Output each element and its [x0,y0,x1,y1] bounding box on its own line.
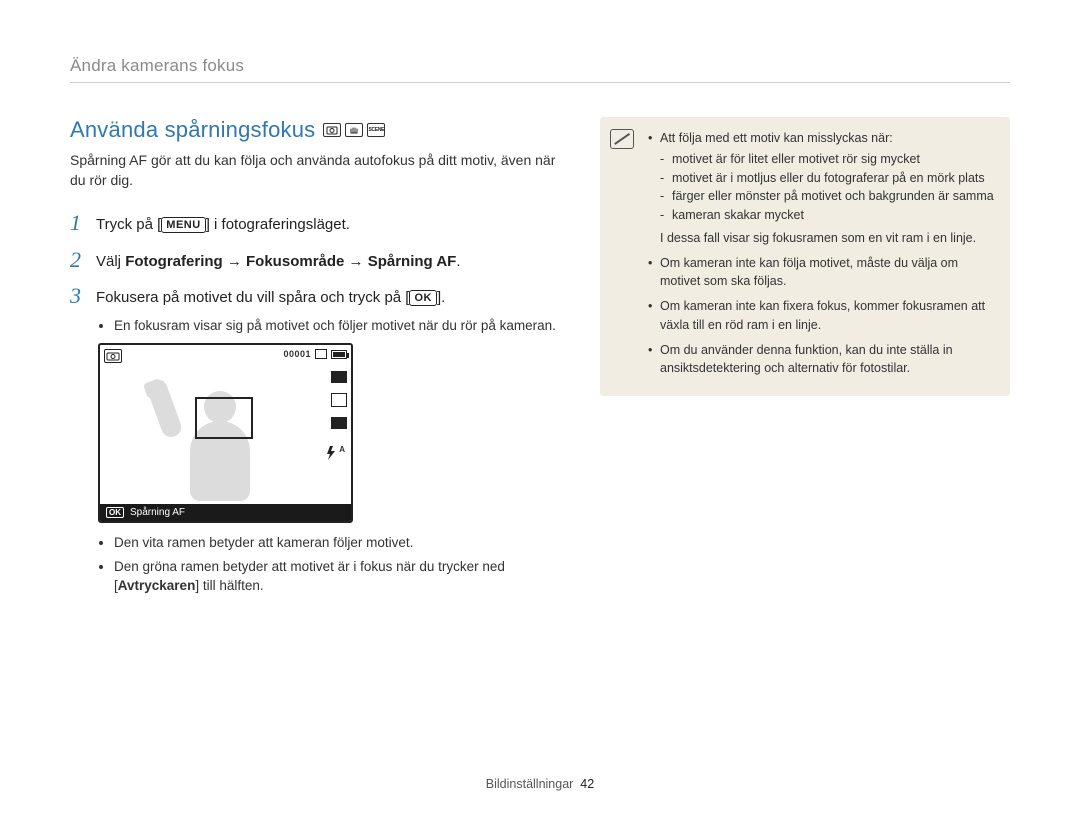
footer-page-number: 42 [580,777,594,791]
step-3-number: 3 [70,285,86,307]
lcd-right-indicators [331,371,347,429]
note-reason-4: kameran skakar mycket [660,206,994,225]
lcd-ok-pill: OK [106,507,124,518]
note-extra-3: Om du använder denna funktion, kan du in… [648,341,994,379]
page-footer: Bildinställningar 42 [0,777,1080,791]
mode-icons: SCENE [323,123,385,137]
battery-icon [331,350,347,359]
note-box: Att följa med ett motiv kan misslyckas n… [600,117,1010,396]
indicator-1-icon [331,371,347,383]
after-lcd-bullets: Den vita ramen betyder att kameran följe… [98,533,560,596]
note-lead: Att följa med ett motiv kan misslyckas n… [660,131,893,145]
step-1: 1 Tryck på [MENU] i fotograferingsläget. [70,212,560,237]
note-reason-1: motivet är för litet eller motivet rör s… [660,150,994,169]
note-icon [610,129,634,149]
note-extra-2: Om kameran inte kan fixera fokus, kommer… [648,297,994,335]
note-fail-tail: I dessa fall visar sig fokusramen som en… [660,229,994,248]
lcd-top-right: 00001 [283,349,347,359]
note-reason-2: motivet är i motljus eller du fotografer… [660,169,994,188]
ok-pill: OK [409,290,437,306]
step-3-text: Fokusera på motivet du vill spåra och tr… [96,285,445,310]
lcd-top-left-icons [104,349,122,363]
sd-icon [315,349,327,359]
mode-icon-hand [345,123,363,137]
note-reason-3: färger eller mönster på motivet och bakg… [660,187,994,206]
step-1-number: 1 [70,212,86,234]
note-fail-reasons: motivet är för litet eller motivet rör s… [660,150,994,225]
lcd-bottom-label: Spårning AF [130,507,185,518]
flash-auto-icon: A [323,445,345,464]
note-lead-item: Att följa med ett motiv kan misslyckas n… [648,129,994,248]
step-1-text: Tryck på [MENU] i fotograferingsläget. [96,212,350,237]
step-2: 2 Välj Fotografering → Fokusområde → Spå… [70,249,560,274]
after-lcd-bullet-1: Den vita ramen betyder att kameran följe… [114,533,560,553]
indicator-2-icon [331,393,347,407]
footer-section: Bildinställningar [486,777,574,791]
right-column: Att följa med ett motiv kan misslyckas n… [600,117,1010,600]
step-2-text: Välj Fotografering → Fokusområde → Spårn… [96,249,461,274]
indicator-3-icon [331,417,347,429]
section-title: Använda spårningsfokus SCENE [70,117,560,143]
left-column: Använda spårningsfokus SCENE Spårning AF… [70,117,560,600]
step-3-bullets: En fokusram visar sig på motivet och föl… [98,316,560,336]
lcd-counter: 00001 [283,349,311,359]
step-3-bullet-1: En fokusram visar sig på motivet och föl… [114,316,560,336]
focus-frame [195,397,253,439]
lcd-bottom-bar: OK Spårning AF [100,504,351,521]
breadcrumb: Ändra kamerans fokus [70,56,1010,83]
mode-icon-p [323,123,341,137]
step-2-number: 2 [70,249,86,271]
mode-icon-scene: SCENE [367,123,385,137]
camera-mode-icon [104,349,122,363]
lcd-preview: 00001 A [98,343,353,523]
after-lcd-bullet-2: Den gröna ramen betyder att motivet är i… [114,557,560,596]
section-title-text: Använda spårningsfokus [70,117,315,143]
section-intro: Spårning AF gör att du kan följa och anv… [70,151,560,190]
menu-pill: MENU [161,217,205,233]
note-extra-1: Om kameran inte kan följa motivet, måste… [648,254,994,292]
step-3: 3 Fokusera på motivet du vill spåra och … [70,285,560,310]
